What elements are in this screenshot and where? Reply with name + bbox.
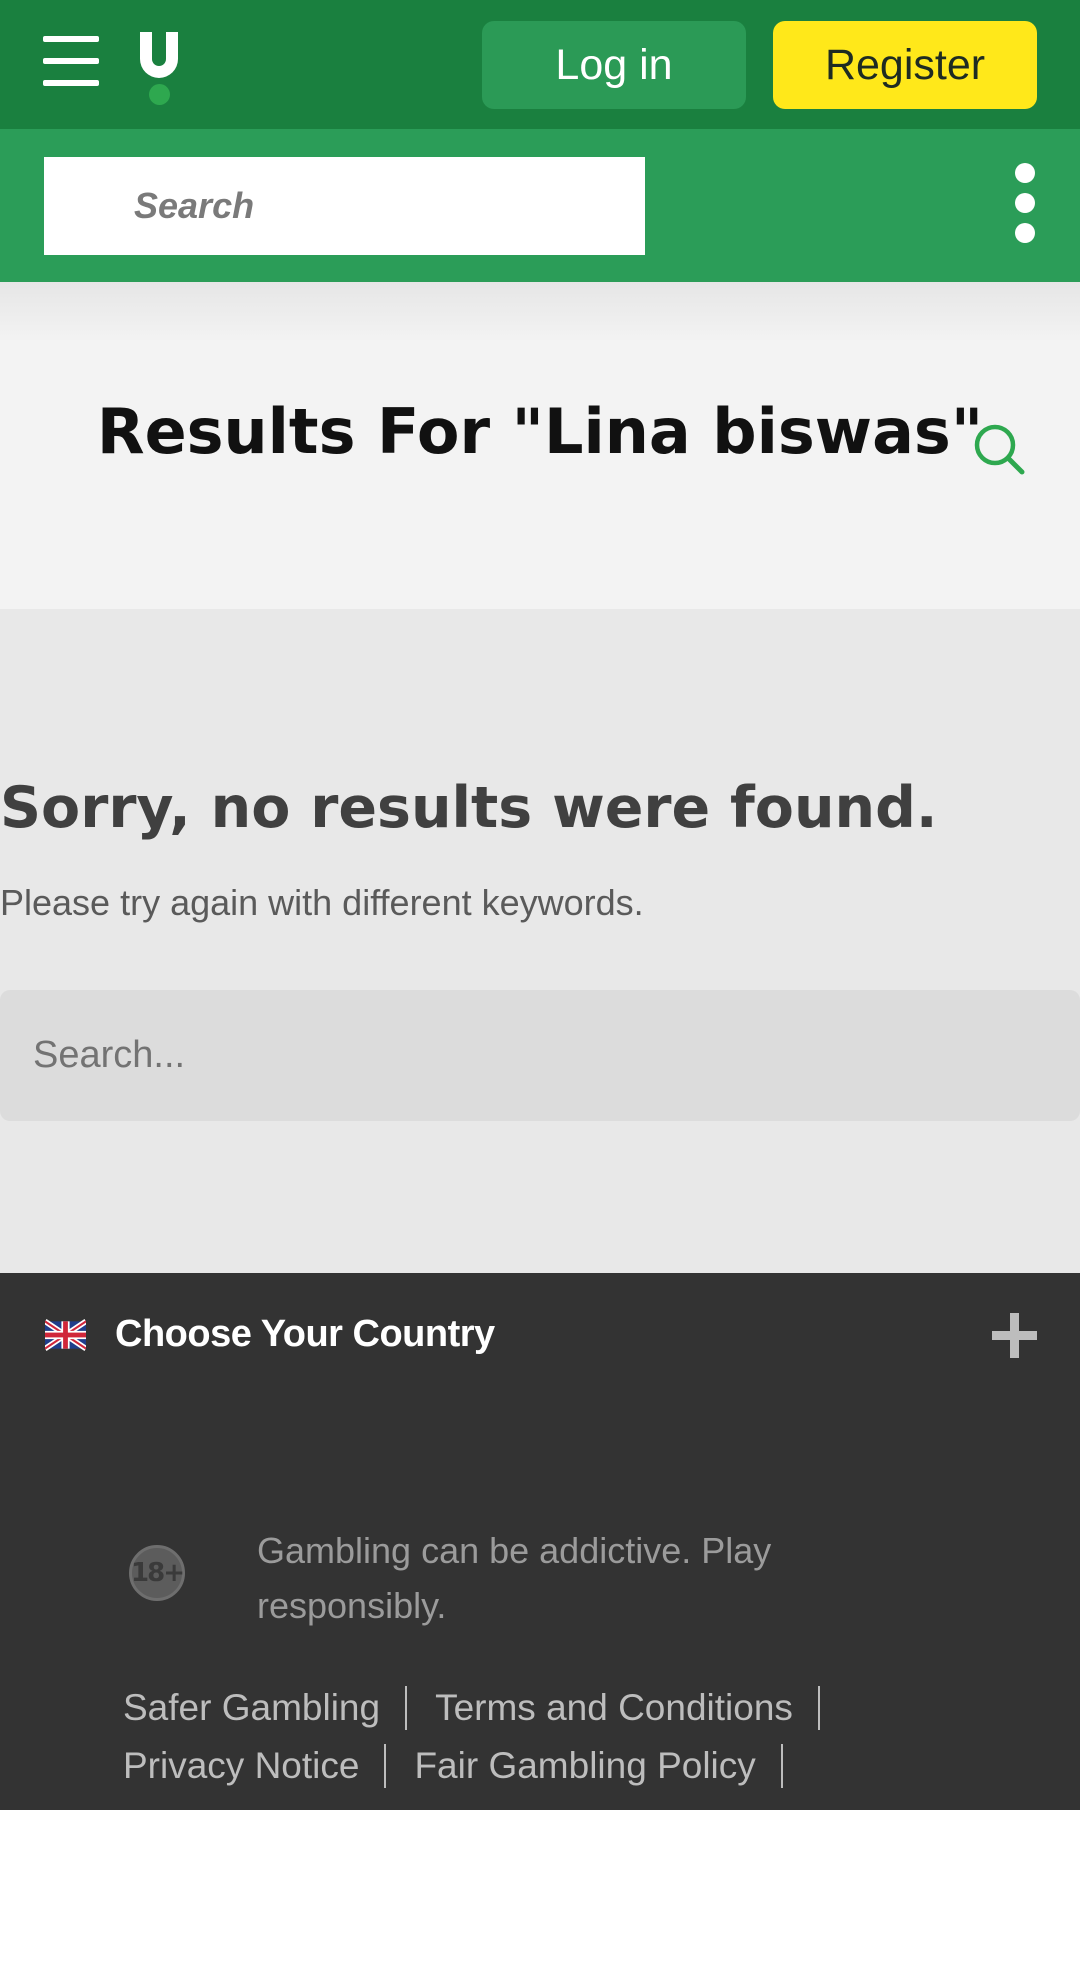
link-terms-and-conditions[interactable]: Terms and Conditions [435, 1687, 793, 1729]
choose-country-toggle[interactable]: Choose Your Country [0, 1273, 1080, 1399]
link-divider [405, 1686, 408, 1730]
gambling-warning: Gambling can be addictive. Play responsi… [257, 1530, 772, 1626]
footer-links: Safer Gambling Terms and Conditions Priv… [123, 1679, 1043, 1795]
top-search-input[interactable] [44, 157, 645, 255]
blank-area [0, 1810, 1080, 1962]
link-safer-gambling[interactable]: Safer Gambling [123, 1687, 380, 1729]
search-icon[interactable] [972, 422, 1026, 476]
link-fair-gambling-policy[interactable]: Fair Gambling Policy [414, 1745, 755, 1787]
footer: Choose Your Country 18+ Gambling can be … [0, 1273, 1080, 1810]
unibet-logo[interactable] [140, 32, 180, 108]
age-restriction-badge: 18+ [129, 1545, 185, 1601]
no-results-subtext: Please try again with different keywords… [0, 882, 644, 923]
body-search-box [0, 990, 1080, 1121]
no-results-heading: Sorry, no results were found. [0, 775, 938, 841]
no-results-section: Sorry, no results were found. Please try… [0, 609, 1080, 1273]
footer-link-row: Safer Gambling Terms and Conditions [123, 1679, 1043, 1737]
search-bar [0, 129, 1080, 282]
link-divider [384, 1744, 387, 1788]
plus-icon[interactable] [992, 1313, 1037, 1358]
choose-country-label: Choose Your Country [115, 1313, 495, 1355]
kebab-menu-icon[interactable] [1013, 163, 1041, 245]
link-divider [780, 1744, 783, 1788]
login-button[interactable]: Log in [482, 21, 746, 109]
page-title: Results For "Lina biswas" [96, 395, 984, 468]
link-privacy-notice[interactable]: Privacy Notice [123, 1745, 359, 1787]
top-header: Log in Register [0, 0, 1080, 129]
link-divider [817, 1686, 820, 1730]
body-search-input[interactable] [33, 990, 933, 1121]
register-button[interactable]: Register [773, 21, 1037, 109]
footer-link-row: Privacy Notice Fair Gambling Policy [123, 1737, 1043, 1795]
results-header: Results For "Lina biswas" [0, 282, 1080, 609]
uk-flag-icon [45, 1319, 86, 1351]
hamburger-menu-icon[interactable] [43, 36, 99, 86]
